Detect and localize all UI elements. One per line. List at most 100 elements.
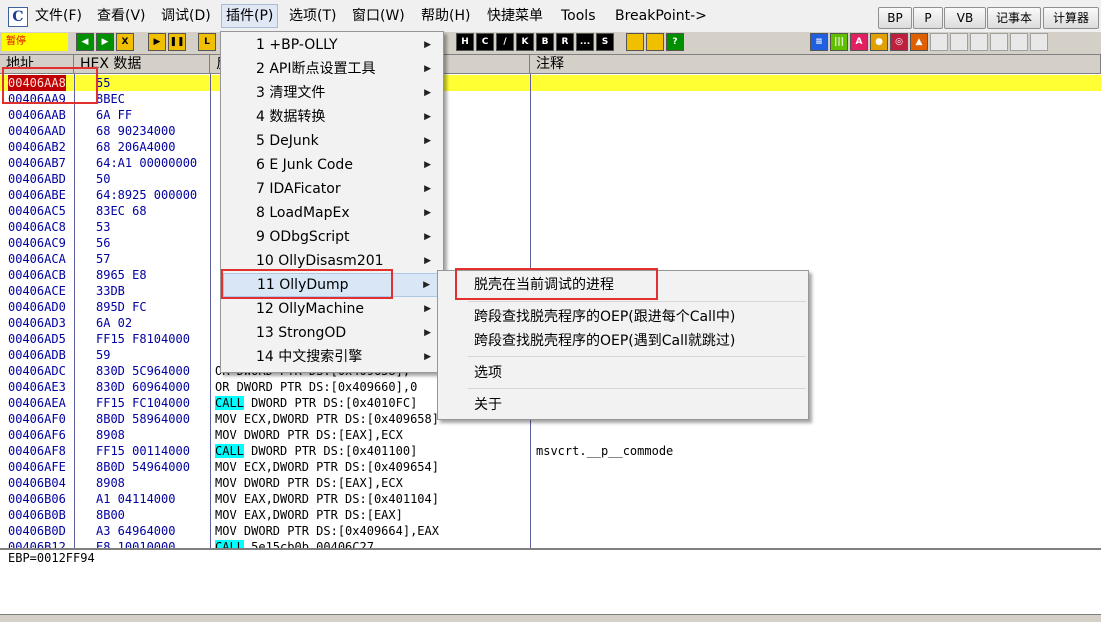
table-row[interactable]: 00406B06 A1 04114000 MOV EAX,DWORD PTR DS:… <box>0 491 1101 507</box>
ollydbg-app-icon[interactable]: C <box>8 7 28 27</box>
row-disassembly: MOV ECX,DWORD PTR DS:[0x409654] <box>215 459 439 475</box>
target-icon[interactable]: ◎ <box>890 33 908 51</box>
p-button[interactable]: P <box>913 7 943 29</box>
row-address: 00406AEA <box>8 396 66 410</box>
warning-icon[interactable]: ▲ <box>910 33 928 51</box>
bp-button[interactable]: BP <box>878 7 912 29</box>
table-row[interactable]: 00406AC8 53 <box>0 219 1101 235</box>
tb-c-button[interactable]: C <box>476 33 494 51</box>
row-address: 00406AB7 <box>8 156 66 170</box>
tb-s-button[interactable]: S <box>596 33 614 51</box>
table-row[interactable]: 00406ABE 64:8925 000000 <box>0 187 1101 203</box>
row-hex: 53 <box>96 220 111 234</box>
tb-slash-button[interactable]: / <box>496 33 514 51</box>
submenu-options[interactable]: 选项 <box>474 361 502 385</box>
toolbar-blank-button[interactable] <box>1010 33 1028 51</box>
grid-icon[interactable] <box>626 33 644 51</box>
menu-file[interactable]: 文件(F) <box>31 4 86 28</box>
plugin-menu-item[interactable]: 12 OllyMachine ▶ <box>223 297 439 321</box>
notepad-button[interactable]: 记事本 <box>987 7 1041 29</box>
row-address: 00406AF0 <box>8 412 66 426</box>
step-icon[interactable]: L <box>198 33 216 51</box>
pause-icon[interactable]: ❚❚ <box>168 33 186 51</box>
menu-plugins[interactable]: 插件(P) <box>221 4 279 28</box>
a-icon[interactable]: A <box>850 33 868 51</box>
close-icon[interactable]: X <box>116 33 134 51</box>
plugin-menu-item-label: 4 数据转换 <box>256 109 326 125</box>
toolbar-blank-button[interactable] <box>1030 33 1048 51</box>
table-row[interactable]: 00406B0B 8B00 MOV EAX,DWORD PTR DS:[EAX] <box>0 507 1101 523</box>
plugin-menu-item[interactable]: 9 ODbgScript ▶ <box>223 225 439 249</box>
menu-window[interactable]: 窗口(W) <box>348 4 409 28</box>
row-disassembly: OR DWORD PTR DS:[0x409660],0 <box>215 379 417 395</box>
run-icon[interactable]: ▶ <box>148 33 166 51</box>
row-disassembly: MOV ECX,DWORD PTR DS:[0x409658] <box>215 411 439 427</box>
columns-icon[interactable]: ||| <box>830 33 848 51</box>
row-disassembly: MOV DWORD PTR DS:[EAX],ECX <box>215 427 403 443</box>
forward-icon[interactable]: ▶ <box>96 33 114 51</box>
table-row[interactable]: 00406AA9 8BEC <box>0 91 1101 107</box>
plugin-menu-item[interactable]: 6 E Junk Code ▶ <box>223 153 439 177</box>
table-row[interactable]: 00406ACA 57 <box>0 251 1101 267</box>
table-row[interactable]: 00406B04 8908 MOV DWORD PTR DS:[EAX],ECX <box>0 475 1101 491</box>
tb-k-button[interactable]: K <box>516 33 534 51</box>
plugin-menu-item[interactable]: 4 数据转换 ▶ <box>223 105 439 129</box>
menu-help[interactable]: 帮助(H) <box>417 4 474 28</box>
table-row[interactable]: 00406ABD 50 <box>0 171 1101 187</box>
menu-shortcuts[interactable]: 快捷菜单 <box>483 4 547 28</box>
plugin-menu-item[interactable]: 14 中文搜索引擎 ▶ <box>223 345 439 369</box>
help-icon[interactable]: ? <box>666 33 684 51</box>
table-row[interactable]: 00406AC9 56 <box>0 235 1101 251</box>
table-row[interactable]: 00406AAD 68 90234000 <box>0 123 1101 139</box>
table-row[interactable]: 00406AC5 83EC 68 <box>0 203 1101 219</box>
circle-icon[interactable]: ● <box>870 33 888 51</box>
row-disassembly-text: MOV EAX,DWORD PTR DS:[0x401104] <box>215 492 439 506</box>
menu-debug[interactable]: 调试(D) <box>157 4 215 28</box>
tb-h-button[interactable]: H <box>456 33 474 51</box>
calculator-button[interactable]: 计算器 <box>1043 7 1099 29</box>
plugin-menu-item[interactable]: 1 +BP-OLLY ▶ <box>223 33 439 57</box>
menu-view[interactable]: 查看(V) <box>93 4 150 28</box>
row-address: 00406AE3 <box>8 380 66 394</box>
plugin-menu-item-label: 1 +BP-OLLY <box>256 37 338 53</box>
rewind-icon[interactable]: ◀ <box>76 33 94 51</box>
plugin-menu-item[interactable]: 3 清理文件 ▶ <box>223 81 439 105</box>
menu-options[interactable]: 选项(T) <box>285 4 340 28</box>
table-row[interactable]: 00406AB7 64:A1 00000000 <box>0 155 1101 171</box>
table-row[interactable]: 00406AAB 6A FF <box>0 107 1101 123</box>
submenu-find-oep-trace-into[interactable]: 跨段查找脱壳程序的OEP(跟进每个Call中) <box>474 305 735 329</box>
toolbar-blank-button[interactable] <box>990 33 1008 51</box>
toolbar-blank-button[interactable] <box>950 33 968 51</box>
plugin-menu-item[interactable]: 5 DeJunk ▶ <box>223 129 439 153</box>
plugin-menu-item[interactable]: 13 StrongOD ▶ <box>223 321 439 345</box>
row-address: 00406B06 <box>8 492 66 506</box>
menu-breakpoint[interactable]: BreakPoint-> <box>611 4 711 28</box>
plugin-menu-item[interactable]: 2 API断点设置工具 ▶ <box>223 57 439 81</box>
menu-tools[interactable]: Tools <box>557 4 600 28</box>
row-disassembly-text: DWORD PTR DS:[0x401100] <box>243 444 418 458</box>
table-row[interactable]: 00406AB2 68 206A4000 <box>0 139 1101 155</box>
row-disassembly: MOV EAX,DWORD PTR DS:[EAX] <box>215 507 403 523</box>
tb-b-button[interactable]: B <box>536 33 554 51</box>
table-row[interactable]: 00406B0D A3 64964000 MOV DWORD PTR DS:[0x4… <box>0 523 1101 539</box>
plugin-menu-item[interactable]: 8 LoadMapEx ▶ <box>223 201 439 225</box>
row-address: 00406ADB <box>8 348 66 362</box>
tb-more-button[interactable]: ... <box>576 33 594 51</box>
vb-button[interactable]: VB <box>944 7 986 29</box>
table-row[interactable]: 00406AF6 8908 MOV DWORD PTR DS:[EAX],ECX <box>0 427 1101 443</box>
submenu-about[interactable]: 关于 <box>474 393 502 417</box>
table-icon[interactable] <box>646 33 664 51</box>
col-header-comment[interactable]: 注释 <box>530 55 1101 74</box>
refresh-icon[interactable]: ≡ <box>810 33 828 51</box>
tb-r-button[interactable]: R <box>556 33 574 51</box>
annotation-box-address <box>2 67 98 104</box>
submenu-find-oep-step-over[interactable]: 跨段查找脱壳程序的OEP(遇到Call就跳过) <box>474 329 735 353</box>
toolbar-blank-button[interactable] <box>930 33 948 51</box>
plugin-menu-item[interactable]: 7 IDAFicator ▶ <box>223 177 439 201</box>
toolbar-blank-button[interactable] <box>970 33 988 51</box>
plugin-menu-item-label: 6 E Junk Code <box>256 157 353 173</box>
table-row[interactable]: 00406AFE 8B0D 54964000 MOV ECX,DWORD PTR D… <box>0 459 1101 475</box>
table-row[interactable]: 00406AF8 FF15 00114000 CALL DWORD PTR DS:[… <box>0 443 1101 459</box>
plugin-menu-item-label: 8 LoadMapEx <box>256 205 350 221</box>
table-row[interactable]: 00406AA8 55 <box>0 75 1101 91</box>
